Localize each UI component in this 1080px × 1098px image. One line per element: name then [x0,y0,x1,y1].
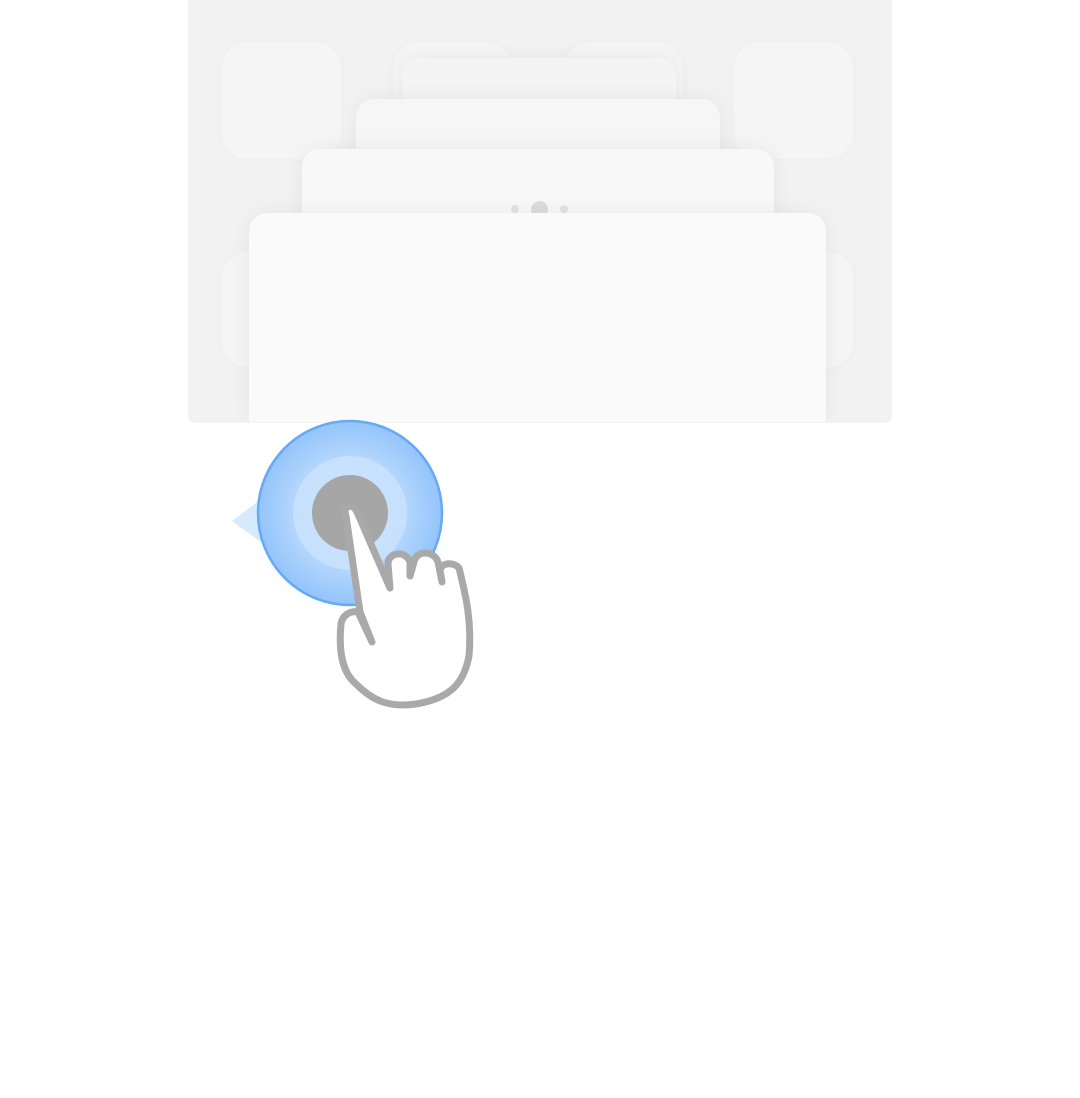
background-app-tile[interactable] [734,42,853,159]
page-dot [560,205,568,213]
app-switcher-panel [188,0,892,422]
background-app-tile[interactable] [222,42,341,159]
page-dot [511,205,519,213]
swipe-gesture-hint [220,412,520,732]
front-app-card[interactable] [249,213,826,422]
